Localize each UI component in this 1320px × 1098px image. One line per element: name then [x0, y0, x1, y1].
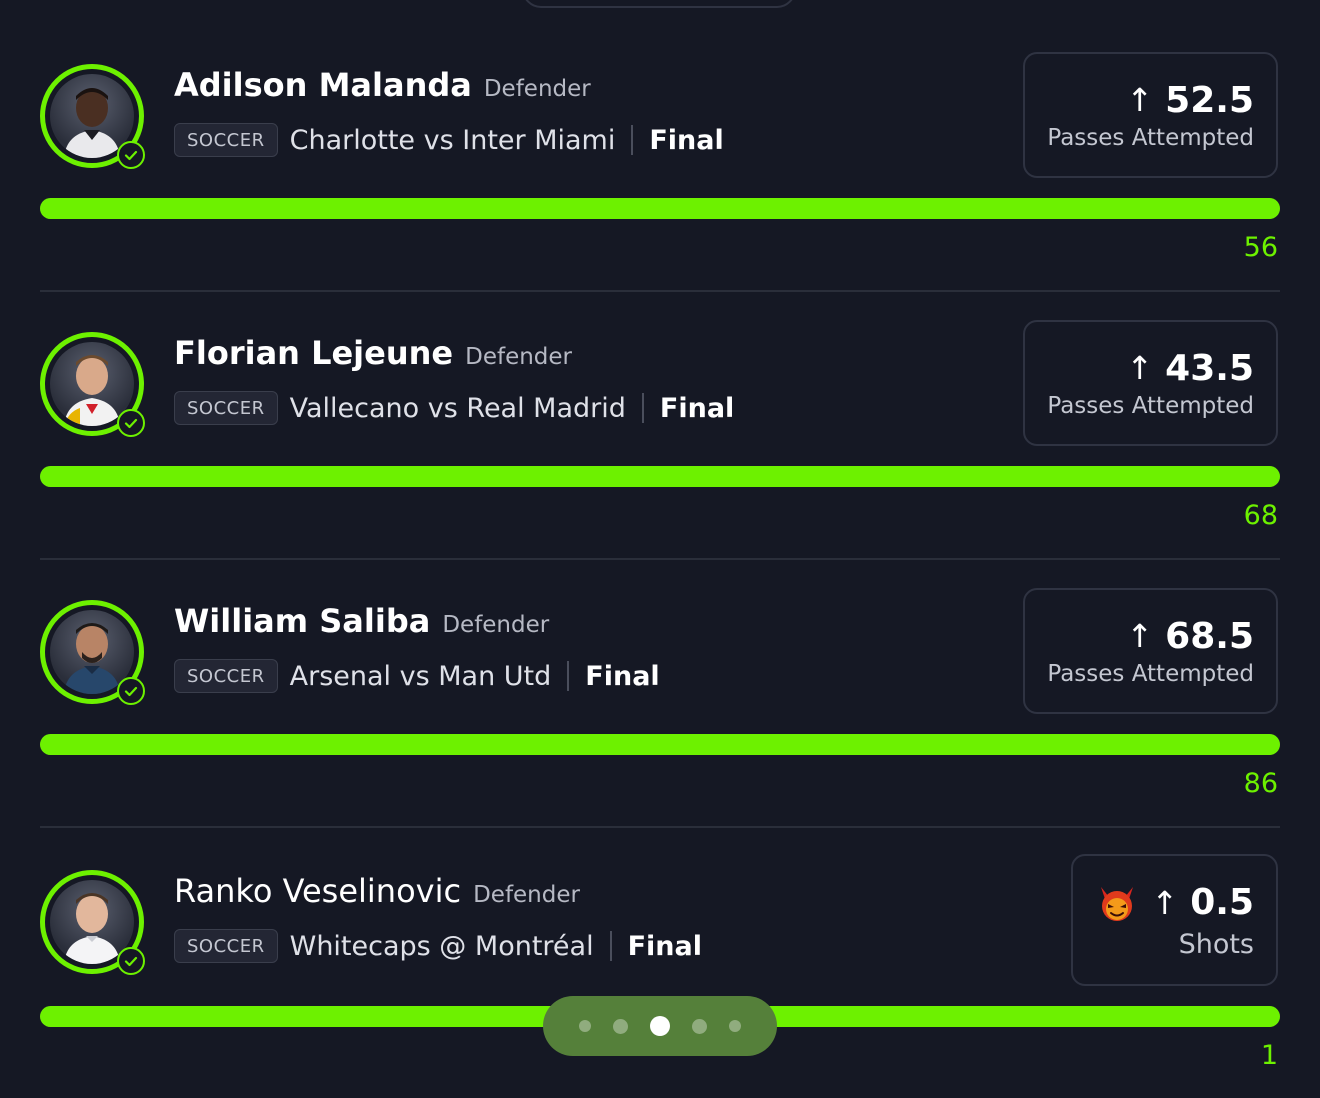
picks-screen: Adilson Malanda Defender SOCCER Charlott… — [0, 0, 1320, 1098]
progress-fill — [40, 466, 1280, 487]
progress-fill — [40, 198, 1280, 219]
projection-box[interactable]: ↑ 0.5 Shots — [1071, 854, 1278, 986]
player-avatar — [40, 332, 145, 437]
sport-badge: SOCCER — [174, 391, 278, 425]
player-position: Defender — [483, 76, 591, 102]
page-dot[interactable] — [579, 1020, 591, 1032]
arrow-up-icon: ↑ — [1126, 349, 1154, 387]
progress-fill — [40, 734, 1280, 755]
stat-type: Passes Attempted — [1047, 392, 1254, 419]
actual-value: 56 — [1243, 232, 1278, 263]
sport-badge: SOCCER — [174, 929, 278, 963]
progress-bar — [40, 198, 1280, 219]
separator — [609, 931, 612, 961]
player-name: Florian Lejeune — [174, 334, 454, 372]
page-dot[interactable] — [613, 1018, 628, 1034]
progress-bar — [40, 466, 1280, 487]
separator — [641, 393, 644, 423]
player-position: Defender — [442, 612, 550, 638]
arrow-up-icon: ↑ — [1126, 81, 1154, 119]
separator — [567, 661, 570, 691]
player-name: Adilson Malanda — [174, 66, 472, 104]
demon-icon — [1095, 881, 1139, 925]
player-avatar — [40, 64, 145, 169]
sport-badge: SOCCER — [174, 659, 278, 693]
stat-type: Passes Attempted — [1047, 660, 1254, 687]
game-status: Final — [649, 124, 724, 156]
game-status: Final — [627, 930, 702, 962]
player-avatar — [40, 870, 145, 975]
player-position: Defender — [465, 344, 573, 370]
game-status: Final — [585, 660, 660, 692]
check-circle-icon — [117, 141, 145, 169]
actual-value: 1 — [1260, 1040, 1278, 1071]
separator — [631, 125, 634, 155]
arrow-up-icon: ↑ — [1151, 883, 1179, 922]
player-name: Ranko Veselinovic — [174, 872, 462, 910]
actual-value: 86 — [1243, 768, 1278, 799]
matchup: Whitecaps @ Montréal — [289, 930, 594, 962]
player-position: Defender — [473, 882, 580, 908]
player-avatar — [40, 600, 145, 705]
projection-box[interactable]: ↑ 68.5 Passes Attempted — [1023, 588, 1278, 714]
arrow-up-icon: ↑ — [1126, 617, 1154, 655]
player-name: William Saliba — [174, 602, 431, 640]
matchup: Arsenal vs Man Utd — [289, 660, 552, 692]
pick-card[interactable]: Florian Lejeune Defender SOCCER Vallecan… — [0, 268, 1320, 560]
game-status: Final — [659, 392, 735, 424]
page-dot[interactable] — [729, 1020, 741, 1032]
check-circle-icon — [117, 677, 145, 705]
stat-type: Passes Attempted — [1047, 124, 1254, 151]
check-circle-icon — [117, 947, 145, 975]
projection-box[interactable]: ↑ 52.5 Passes Attempted — [1023, 52, 1278, 178]
actual-value: 68 — [1243, 500, 1278, 531]
check-circle-icon — [117, 409, 145, 437]
progress-bar — [40, 734, 1280, 755]
pick-card[interactable]: Adilson Malanda Defender SOCCER Charlott… — [0, 0, 1320, 292]
line-value: 0.5 — [1190, 882, 1254, 923]
line-value: 43.5 — [1165, 347, 1254, 389]
page-indicator[interactable] — [543, 996, 777, 1056]
pick-card[interactable]: William Saliba Defender SOCCER Arsenal v… — [0, 536, 1320, 828]
sport-badge: SOCCER — [174, 123, 278, 157]
matchup: Charlotte vs Inter Miami — [289, 124, 616, 156]
page-dot-active[interactable] — [650, 1016, 670, 1036]
stat-type: Shots — [1178, 928, 1254, 960]
line-value: 52.5 — [1165, 79, 1254, 121]
page-dot[interactable] — [692, 1018, 707, 1034]
line-value: 68.5 — [1165, 615, 1254, 657]
matchup: Vallecano vs Real Madrid — [289, 392, 626, 424]
projection-box[interactable]: ↑ 43.5 Passes Attempted — [1023, 320, 1278, 446]
